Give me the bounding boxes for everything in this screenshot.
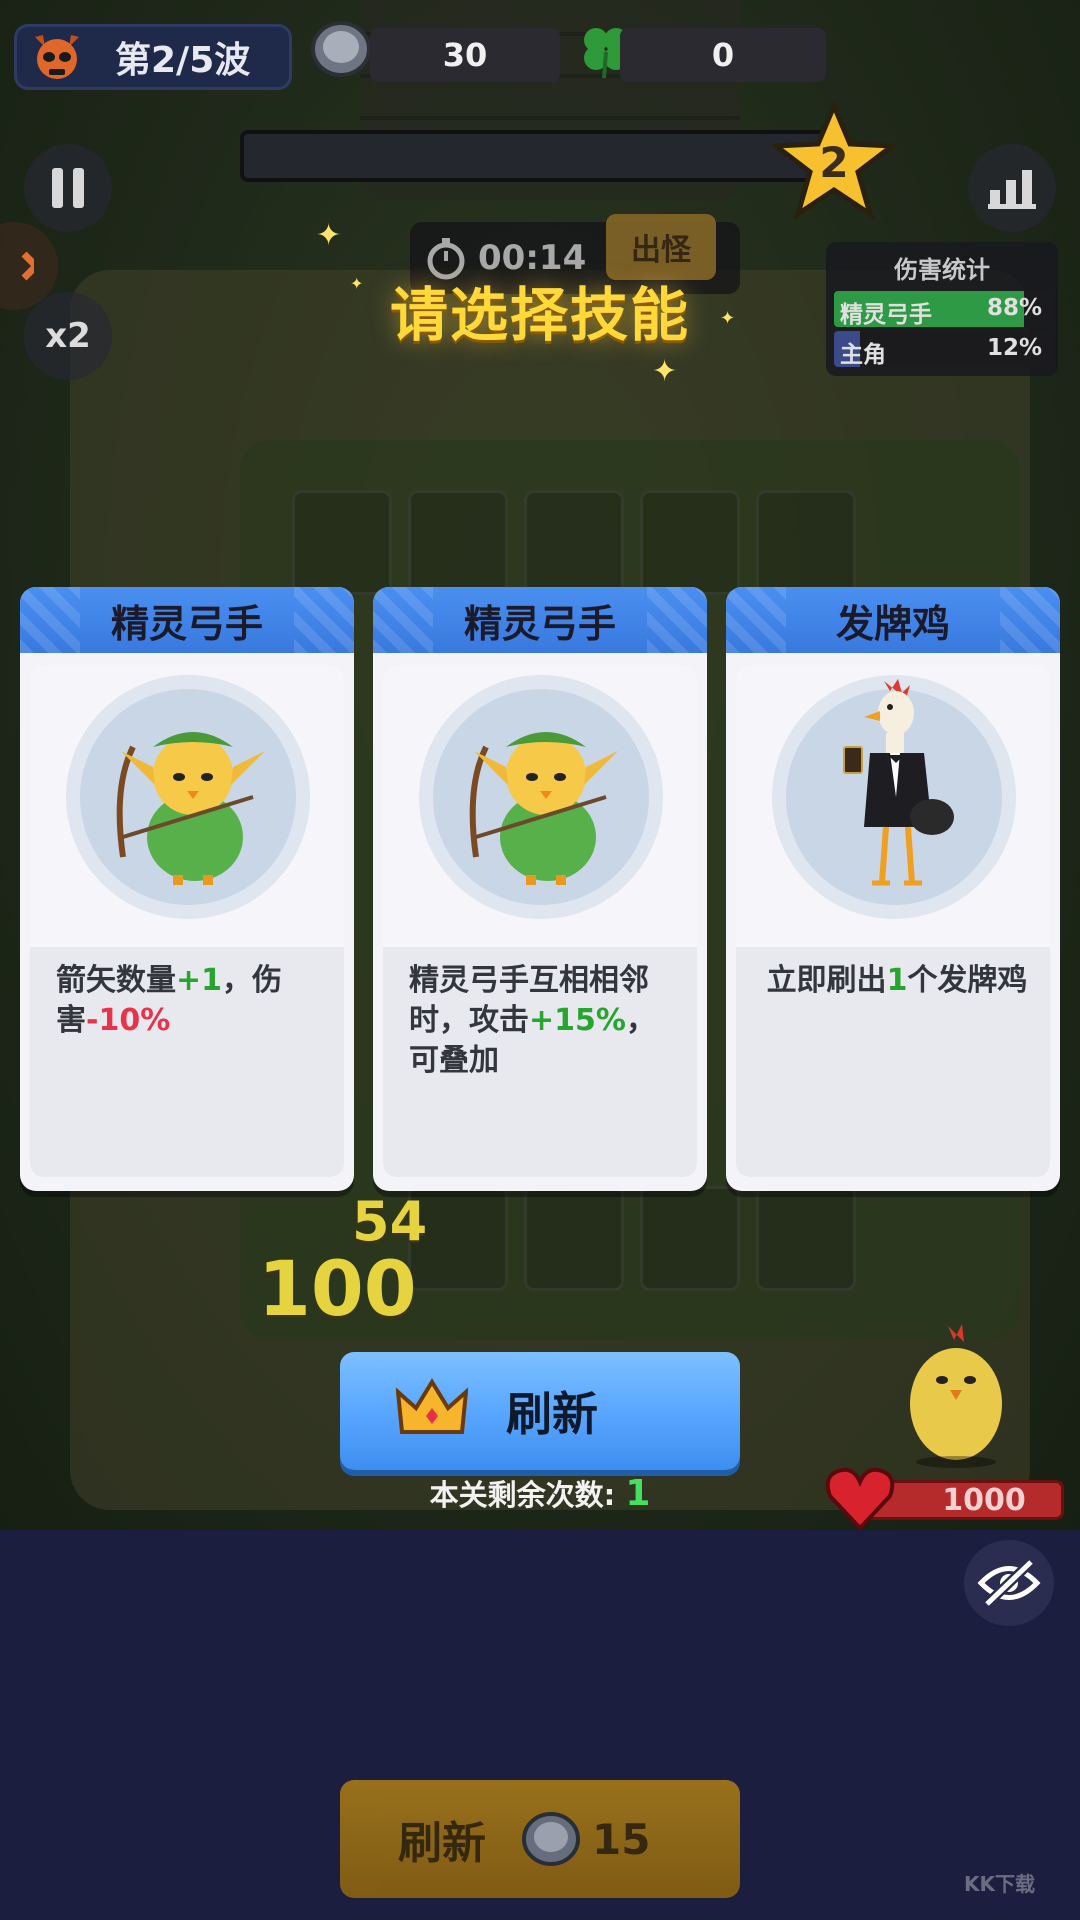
eye-slash-icon — [977, 1558, 1041, 1608]
sparkle-icon: ✦ — [652, 354, 678, 389]
card-art — [383, 665, 697, 947]
clover-value: 0 — [711, 36, 735, 74]
damage-row: 精灵弓手 88% — [834, 291, 1050, 327]
card-body: 立即刷出1个发牌鸡 — [736, 665, 1050, 1177]
sparkle-icon: ✦ — [316, 218, 342, 253]
heart-icon — [824, 1466, 896, 1532]
watermark: KK下载 — [964, 1872, 1035, 1896]
desc-text: 立即刷出 — [766, 963, 887, 998]
remaining-value: 1 — [625, 1473, 651, 1514]
elf-archer-portrait — [66, 675, 310, 919]
hide-panel-button[interactable] — [964, 1540, 1054, 1626]
paid-refresh-cost: 15 — [592, 1814, 651, 1864]
desc-plus-value: +1 — [176, 963, 223, 998]
star-level-badge: 2 — [769, 99, 899, 220]
stats-button[interactable] — [968, 144, 1056, 232]
sparkle-icon: ✦ — [350, 274, 364, 293]
bar-chart-icon — [988, 170, 1036, 209]
paid-refresh-button[interactable]: 刷新 15 — [340, 1780, 740, 1898]
skill-card-dealer-chicken[interactable]: 发牌鸡 立即刷出1个发牌鸡 — [726, 587, 1060, 1191]
star-level-number: 2 — [819, 138, 849, 187]
pause-button[interactable] — [24, 144, 112, 232]
refresh-label: 刷新 — [506, 1387, 598, 1441]
skill-card-elf-archer-arrows[interactable]: 精灵弓手 箭矢数量+1，伤害-10% — [20, 587, 354, 1191]
pause-icon — [52, 168, 84, 208]
sparkle-icon: ✦ — [720, 308, 736, 329]
card-art — [30, 665, 344, 947]
demon-skull-icon — [27, 27, 87, 87]
card-title: 精灵弓手 — [373, 587, 707, 653]
remaining-label: 本关剩余次数: — [429, 1478, 616, 1512]
wave-indicator: 第2/5波 — [14, 24, 292, 90]
chick-icon — [910, 1324, 1002, 1468]
desc-plus-value: +15% — [529, 1003, 626, 1038]
elf-archer-portrait — [419, 675, 663, 919]
damage-row-pct: 12% — [986, 335, 1042, 361]
silver-coin-icon — [308, 16, 374, 82]
desc-text: 箭矢数量 — [56, 963, 176, 998]
spawn-label: 出怪 — [631, 233, 691, 268]
card-body: 箭矢数量+1，伤害-10% — [30, 665, 344, 1177]
elf-archer-icon — [116, 732, 265, 885]
card-title: 发牌鸡 — [726, 587, 1060, 653]
card-description: 箭矢数量+1，伤害-10% — [56, 961, 326, 1041]
damage-number: 100 — [258, 1244, 417, 1333]
crown-icon — [396, 1378, 468, 1434]
damage-stats-panel: 伤害统计 精灵弓手 88% 主角 12% — [826, 242, 1058, 376]
damage-row-pct: 88% — [986, 295, 1042, 321]
elf-archer-icon — [469, 732, 618, 885]
desc-text: 个发牌鸡 — [907, 963, 1028, 998]
damage-row-name: 主角 — [840, 342, 886, 367]
wave-progress-bar — [240, 130, 830, 182]
silver-value: 30 — [442, 36, 488, 74]
damage-stats-title: 伤害统计 — [894, 256, 990, 284]
damage-row-name: 精灵弓手 — [840, 302, 932, 327]
paid-refresh-label: 刷新 — [398, 1818, 486, 1869]
dealer-chicken-portrait — [772, 675, 1016, 919]
desc-plus-value: 1 — [886, 963, 908, 998]
hero-chick — [900, 1320, 1010, 1470]
card-title: 精灵弓手 — [20, 587, 354, 653]
desc-minus-value: -10% — [86, 1003, 171, 1038]
skill-card-elf-archer-adjacent[interactable]: 精灵弓手 精灵弓手互相相邻时，攻击+15%，可叠加 — [373, 587, 707, 1191]
refresh-skills-button[interactable]: 刷新 — [340, 1352, 740, 1470]
card-body: 精灵弓手互相相邻时，攻击+15%，可叠加 — [383, 665, 697, 1177]
hp-value: 1000 — [942, 1482, 1026, 1518]
card-description: 精灵弓手互相相邻时，攻击+15%，可叠加 — [409, 961, 679, 1081]
card-description: 立即刷出1个发牌鸡 — [762, 961, 1032, 1001]
damage-row: 主角 12% — [834, 331, 1050, 367]
silver-counter: 30 — [370, 28, 560, 82]
wave-label: 第2/5波 — [115, 40, 251, 81]
card-art — [736, 665, 1050, 947]
silver-coin-icon — [522, 1812, 580, 1866]
dealer-chicken-icon — [843, 679, 954, 886]
clover-counter: 0 — [620, 28, 826, 82]
